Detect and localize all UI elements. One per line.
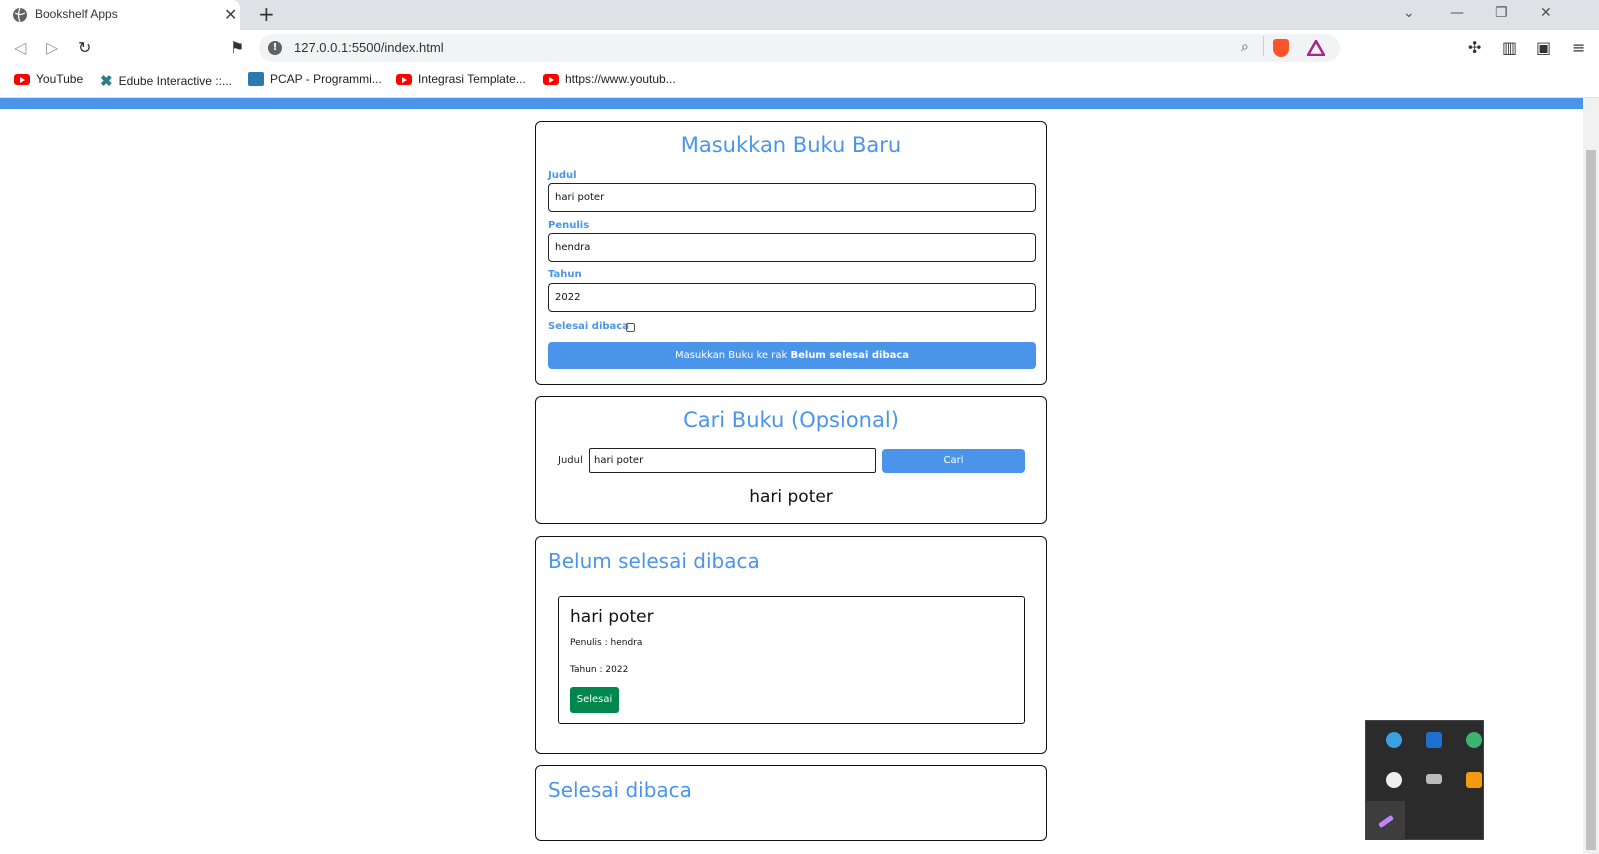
- penulis-input[interactable]: hendra: [548, 233, 1036, 262]
- selesai-checkbox[interactable]: [626, 323, 635, 332]
- network-globe-icon[interactable]: [1466, 732, 1482, 748]
- finished-shelf-card: Selesai dibaca: [535, 765, 1047, 841]
- extensions-icon[interactable]: ✣: [1468, 38, 1481, 57]
- unfinished-shelf-card: Belum selesai dibaca hari poter Penulis …: [535, 536, 1047, 754]
- sidebar-icon[interactable]: ▥: [1502, 38, 1517, 57]
- finished-shelf-title: Selesai dibaca: [548, 778, 692, 802]
- youtube-icon: [396, 73, 412, 85]
- bookmark-pcap[interactable]: PCAP - Programmi...: [248, 72, 382, 86]
- pcap-icon: [248, 72, 264, 86]
- task-app-icon[interactable]: [1466, 772, 1482, 788]
- globe-icon: [13, 7, 27, 23]
- address-bar[interactable]: ! 127.0.0.1:5500/index.html ⌕: [259, 34, 1340, 62]
- wallet-icon[interactable]: ▣: [1536, 38, 1551, 57]
- system-tray-overflow: [1365, 720, 1484, 840]
- url-text: 127.0.0.1:5500/index.html: [294, 40, 444, 55]
- submit-shelf-name: Belum selesai dibaca: [790, 350, 910, 361]
- bookmark-youtube-link[interactable]: https://www.youtub...: [543, 72, 676, 86]
- bookmark-integrasi[interactable]: Integrasi Template...: [396, 72, 526, 86]
- search-title: Cari Buku (Opsional): [683, 408, 899, 432]
- search-button[interactable]: Cari: [882, 449, 1025, 473]
- mark-finished-button[interactable]: Selesai: [570, 687, 619, 713]
- judul-label: Judul: [548, 170, 577, 181]
- tab-search-icon[interactable]: ⌄: [1403, 5, 1415, 21]
- back-icon[interactable]: ◁: [14, 38, 26, 57]
- youtube-icon: [14, 73, 30, 85]
- input-book-card: Masukkan Buku Baru Judul hari poter Penu…: [535, 121, 1047, 385]
- brave-shield-icon[interactable]: [1273, 39, 1289, 57]
- selesai-label: Selesai dibaca: [548, 321, 629, 332]
- book-author: Penulis : hendra: [570, 638, 643, 648]
- youtube-icon: [543, 73, 559, 85]
- brave-rewards-icon[interactable]: [1307, 40, 1325, 56]
- close-window-button[interactable]: ✕: [1540, 5, 1552, 21]
- bookmarks-bar: YouTube ✖ Edube Interactive ::... PCAP - …: [0, 64, 1599, 98]
- search-book-card: Cari Buku (Opsional) Judul hari poter Ca…: [535, 396, 1047, 524]
- forward-icon[interactable]: ▷: [46, 38, 58, 57]
- page-header-bar: [0, 98, 1583, 109]
- submit-prefix: Masukkan Buku ke rak: [674, 350, 788, 361]
- book-item: hari poter Penulis : hendra Tahun : 2022…: [558, 596, 1025, 724]
- bookmark-youtube[interactable]: YouTube: [14, 72, 83, 86]
- zoom-icon[interactable]: ⌕: [1241, 39, 1249, 55]
- reload-icon[interactable]: ↻: [78, 38, 91, 57]
- browser-tabstrip: Bookshelf Apps ✕ + ⌄ — ❐ ✕: [0, 0, 1599, 30]
- browser-toolbar: ◁ ▷ ↻ ⚑ ! 127.0.0.1:5500/index.html ⌕ ✣ …: [0, 30, 1599, 64]
- bookmark-edube[interactable]: ✖ Edube Interactive ::...: [100, 72, 232, 90]
- edube-icon: ✖: [100, 73, 113, 90]
- judul-input[interactable]: hari poter: [548, 183, 1036, 212]
- unfinished-shelf-title: Belum selesai dibaca: [548, 549, 760, 573]
- tab-title: Bookshelf Apps: [35, 7, 118, 21]
- tahun-label: Tahun: [548, 269, 582, 280]
- restore-button[interactable]: ❐: [1495, 5, 1508, 21]
- scrollbar-thumb[interactable]: [1586, 150, 1596, 850]
- audio-app-icon[interactable]: [1386, 772, 1402, 788]
- search-label: Judul: [558, 455, 583, 466]
- divider: [1263, 36, 1264, 56]
- tahun-input[interactable]: 2022: [548, 283, 1036, 312]
- page-content: Masukkan Buku Baru Judul hari poter Penu…: [0, 109, 1583, 854]
- book-title: hari poter: [570, 607, 654, 627]
- search-result: hari poter: [749, 487, 833, 507]
- bookmark-icon[interactable]: ⚑: [230, 38, 244, 57]
- input-form-title: Masukkan Buku Baru: [680, 133, 902, 157]
- new-tab-button[interactable]: +: [258, 2, 275, 26]
- security-warning-icon[interactable]: [1426, 732, 1442, 748]
- clock-app-icon[interactable]: [1386, 732, 1402, 748]
- usb-drive-icon[interactable]: [1426, 774, 1442, 784]
- penulis-label: Penulis: [548, 220, 590, 231]
- close-tab-icon[interactable]: ✕: [224, 5, 237, 24]
- book-year: Tahun : 2022: [570, 665, 629, 675]
- site-info-icon[interactable]: !: [268, 41, 282, 55]
- submit-book-button[interactable]: Masukkan Buku ke rak Belum selesai dibac…: [548, 342, 1036, 369]
- minimize-button[interactable]: —: [1450, 5, 1464, 21]
- menu-icon[interactable]: ≡: [1572, 38, 1585, 57]
- search-input[interactable]: hari poter: [589, 448, 876, 473]
- page-scrollbar[interactable]: [1583, 98, 1599, 854]
- tab-bookshelf[interactable]: Bookshelf Apps ✕: [0, 0, 240, 30]
